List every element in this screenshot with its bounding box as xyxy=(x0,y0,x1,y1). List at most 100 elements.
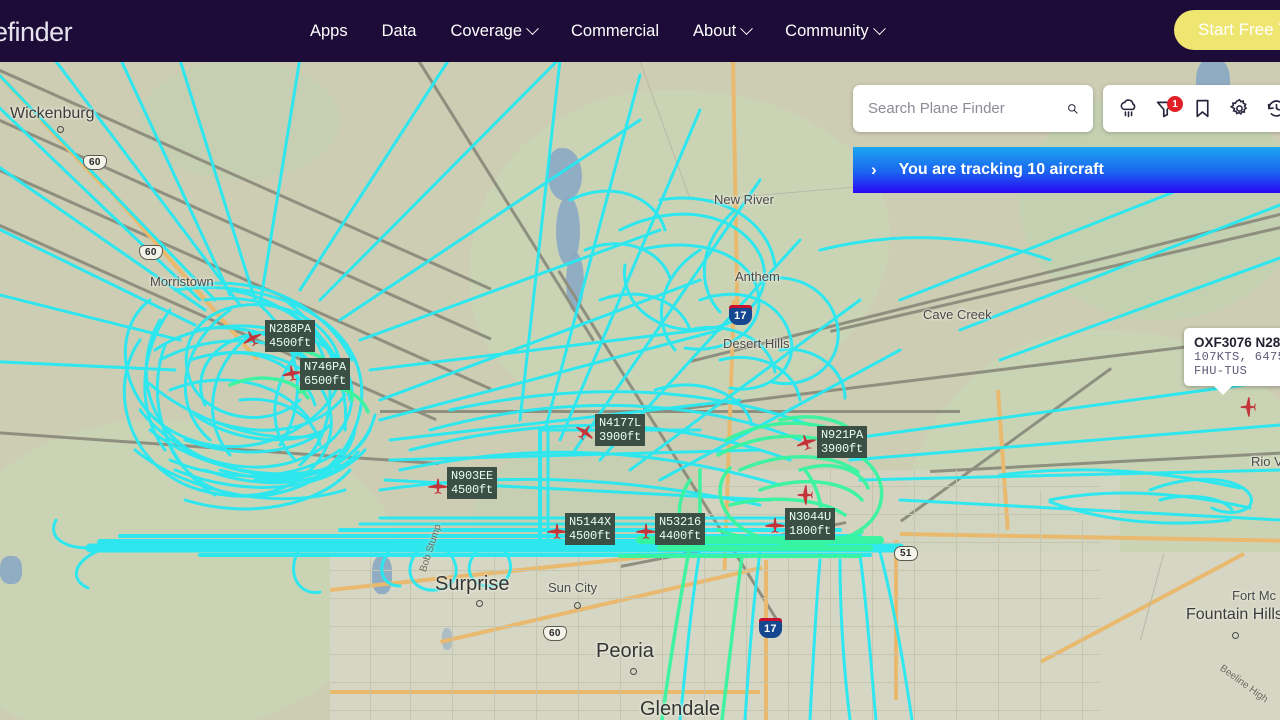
street-grid xyxy=(1040,490,1041,720)
street-grid xyxy=(330,682,1100,683)
plane-icon[interactable] xyxy=(797,484,813,506)
highway-shield-51: 51 xyxy=(894,546,918,561)
street-grid xyxy=(700,514,1100,515)
tooltip-callsign: OXF3076 N284 xyxy=(1194,335,1280,350)
aircraft-label-N746PA[interactable]: N746PA 6500ft xyxy=(300,358,351,390)
street-grid xyxy=(330,570,1100,571)
aircraft-registration: N5144X xyxy=(569,515,612,529)
lake xyxy=(372,556,392,594)
plane-icon[interactable] xyxy=(764,517,786,533)
tooltip-speed-altitude: 107KTS, 6475F xyxy=(1194,350,1280,364)
planefinder-logo[interactable]: anefinder xyxy=(0,17,73,48)
map-place-label: Fountain Hills xyxy=(1186,606,1280,623)
nav-item-data[interactable]: Data xyxy=(382,22,417,41)
start-free-trial-button[interactable]: Start Free Trial xyxy=(1174,10,1280,50)
filter-icon[interactable]: 1 xyxy=(1155,96,1183,119)
plane-icon[interactable] xyxy=(1240,396,1256,418)
map-place-dot xyxy=(476,600,483,607)
highway-shield-17: 17 xyxy=(759,618,782,638)
map-place-label: Fort Mc xyxy=(1232,588,1277,603)
tracking-banner-text: You are tracking 10 aircraft xyxy=(898,161,1104,178)
planefinder-app: Wickenburg Morristown New River Anthem Deser… xyxy=(0,0,1280,720)
nav-item-label: Coverage xyxy=(450,21,523,40)
aircraft-label-N53216[interactable]: N53216 4400ft xyxy=(655,513,706,545)
aircraft-altitude: 3900ft xyxy=(821,442,864,456)
nav-item-about[interactable]: About xyxy=(693,21,754,41)
street-grid xyxy=(330,626,1100,627)
street-grid xyxy=(410,552,411,720)
tracking-banner[interactable]: › You are tracking 10 aircraft xyxy=(853,147,1280,193)
aircraft-label-N921PA[interactable]: N921PA 3900ft xyxy=(817,426,868,458)
logo-light: anefinder xyxy=(0,17,73,47)
nav-item-label: Commercial xyxy=(571,21,660,40)
map-place-dot xyxy=(57,126,64,133)
street-grid xyxy=(788,552,789,720)
street-grid xyxy=(578,552,579,720)
chevron-down-icon[interactable] xyxy=(740,21,754,35)
map-place-label: Sun City xyxy=(548,580,598,595)
aircraft-tooltip[interactable]: OXF3076 N284 107KTS, 6475F FHU-TUS xyxy=(1184,328,1280,395)
aircraft-altitude: 6500ft xyxy=(304,374,347,388)
aircraft-registration: N3044U xyxy=(789,510,832,524)
gear-icon[interactable] xyxy=(1229,98,1250,119)
aircraft-altitude: 1800ft xyxy=(789,524,832,538)
road xyxy=(0,160,492,391)
plane-icon[interactable] xyxy=(427,478,449,494)
aircraft-label-N288PA[interactable]: N288PA 4500ft xyxy=(265,320,316,352)
terrain-region xyxy=(140,60,340,180)
search-input[interactable] xyxy=(868,100,1067,117)
map-place-dot xyxy=(574,602,581,609)
nav-item-community[interactable]: Community xyxy=(785,21,886,41)
filter-badge: 1 xyxy=(1167,96,1183,112)
weather-rain-icon[interactable] xyxy=(1118,98,1139,119)
bookmark-icon[interactable] xyxy=(1192,98,1213,119)
nav-item-label: About xyxy=(693,21,737,40)
map-place-label: Peoria xyxy=(596,640,654,662)
aircraft-label-N5144X[interactable]: N5144X 4500ft xyxy=(565,513,616,545)
aircraft-altitude: 4400ft xyxy=(659,529,702,543)
aircraft-altitude: 4500ft xyxy=(269,336,312,350)
street-grid xyxy=(746,552,747,720)
aircraft-registration: N921PA xyxy=(821,428,864,442)
nav-item-coverage[interactable]: Coverage xyxy=(450,21,539,41)
highway-shield-60: 60 xyxy=(543,626,567,641)
nav-item-commercial[interactable]: Commercial xyxy=(571,22,659,41)
chevron-right-icon[interactable]: › xyxy=(871,160,877,180)
highway xyxy=(764,560,768,720)
map-place-label: Morristown xyxy=(150,274,214,289)
street-grid xyxy=(704,552,705,720)
terrain-region xyxy=(470,90,890,420)
chevron-down-icon[interactable] xyxy=(526,21,539,35)
main-nav[interactable]: Apps Data Coverage Commercial About Community xyxy=(310,0,886,62)
plane-icon[interactable] xyxy=(635,523,657,539)
plane-icon[interactable] xyxy=(793,431,819,453)
aircraft-label-N903EE[interactable]: N903EE 4500ft xyxy=(447,467,498,499)
aircraft-label-N3044U[interactable]: N3044U 1800ft xyxy=(785,508,836,540)
map-place-label: Cave Creek xyxy=(923,307,992,322)
highway-shield-60: 60 xyxy=(83,155,107,170)
aircraft-altitude: 4500ft xyxy=(451,483,494,497)
map-place-label: Anthem xyxy=(735,269,780,284)
search-icon[interactable] xyxy=(1067,99,1078,118)
search-bar[interactable] xyxy=(853,85,1093,132)
map-place-dot xyxy=(1232,632,1239,639)
map-place-label: Desert Hills xyxy=(723,336,790,351)
chevron-down-icon[interactable] xyxy=(872,21,886,35)
street-grid xyxy=(700,542,1100,543)
road xyxy=(380,410,960,413)
street-grid xyxy=(370,552,371,720)
aircraft-registration: N288PA xyxy=(269,322,312,336)
map-place-dot xyxy=(630,668,637,675)
nav-item-label: Apps xyxy=(310,21,348,40)
map-place-label: Glendale xyxy=(640,698,721,720)
map-tools-bar[interactable]: 1 xyxy=(1103,85,1280,132)
aircraft-label-N4177L[interactable]: N4177L 3900ft xyxy=(595,414,646,446)
aircraft-registration: N53216 xyxy=(659,515,702,529)
map-place-label: New River xyxy=(714,192,774,207)
street-grid xyxy=(330,598,1100,599)
aircraft-registration: N746PA xyxy=(304,360,347,374)
highway-shield-60: 60 xyxy=(139,245,163,260)
history-clock-icon[interactable] xyxy=(1266,98,1280,119)
street-grid xyxy=(700,486,1100,487)
nav-item-apps[interactable]: Apps xyxy=(310,22,348,41)
